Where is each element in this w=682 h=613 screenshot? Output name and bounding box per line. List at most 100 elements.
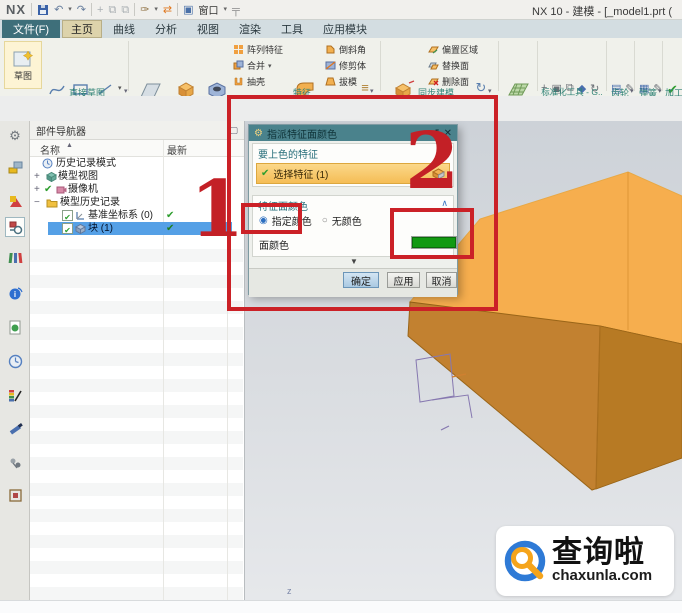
ok-button[interactable]: 确定 xyxy=(343,272,379,288)
group-caret-icon[interactable]: ▾ xyxy=(488,87,492,95)
radio-no-color-label[interactable]: 无颜色 xyxy=(332,213,362,228)
brush-icon[interactable]: ✑ xyxy=(140,3,149,17)
web-browser-icon[interactable]: i xyxy=(5,283,25,303)
dialog-title-bar[interactable]: ⚙ 指派特征面颜色 ↺ ✕ xyxy=(249,125,457,141)
radio-unselected-icon[interactable]: ○ xyxy=(322,215,328,226)
touch-mode-icon[interactable] xyxy=(5,485,25,505)
unite-button[interactable]: 合并 ▾ xyxy=(233,58,283,73)
dialog-reset-icon[interactable]: ↺ xyxy=(430,127,439,140)
sort-ascending-icon[interactable]: ▲ xyxy=(66,142,73,149)
apply-button[interactable]: 应用 xyxy=(387,272,420,288)
system-materials-icon[interactable] xyxy=(5,419,25,439)
tab-view[interactable]: 视图 xyxy=(188,20,228,38)
tree-row-block-selected[interactable]: ✔ 块 (1) ✔ xyxy=(30,222,244,235)
face-color-swatch[interactable] xyxy=(412,237,456,248)
face-color-label: 面颜色 xyxy=(259,241,289,252)
process-studio-icon[interactable] xyxy=(5,453,25,473)
select-feature-row[interactable]: ✔ 选择特征 (1) xyxy=(256,163,450,184)
expand-icon[interactable]: + xyxy=(34,170,40,183)
group-caret-icon[interactable]: ▾ xyxy=(630,87,634,95)
constraint-navigator-icon[interactable] xyxy=(5,191,25,211)
tree-row-model-history[interactable]: − 模型历史记录 xyxy=(30,196,244,209)
tab-tools[interactable]: 工具 xyxy=(272,20,312,38)
brush-caret-icon[interactable]: ▾ xyxy=(154,3,158,17)
features-to-color-section: 要上色的特征 ∧ ✔ 选择特征 (1) xyxy=(252,143,454,187)
history-clock-icon[interactable] xyxy=(5,351,25,371)
selection-bar: ▤ 菜单(M) ▾ 没有选择过滤器 ▾ 仅在工作部件内 ▾ ▾ ↶ ↷ ▭ ▾ … xyxy=(0,96,682,225)
chamfer-button[interactable]: 倒斜角 xyxy=(325,42,366,57)
trim-body-button[interactable]: 修剪体 xyxy=(325,58,366,73)
offset-region-icon xyxy=(428,46,439,54)
tab-home[interactable]: 主页 xyxy=(62,20,102,38)
history-palette-icon[interactable] xyxy=(5,317,25,337)
reuse-library-icon[interactable] xyxy=(5,247,25,267)
save-icon[interactable] xyxy=(37,4,49,16)
column-uptodate[interactable]: 最新 xyxy=(167,142,187,157)
visualization-palette-icon[interactable] xyxy=(5,385,25,405)
tab-analysis[interactable]: 分析 xyxy=(146,20,186,38)
expand-icon[interactable]: + xyxy=(34,183,40,196)
swap-icon[interactable]: ⇄ xyxy=(163,3,172,17)
dialog-close-icon[interactable]: ✕ xyxy=(444,128,452,139)
pattern-feature-button[interactable]: 阵列特征 xyxy=(233,42,283,57)
divider xyxy=(91,3,93,16)
panel-window-icon[interactable]: ▢ xyxy=(229,125,238,136)
roles-gear-icon[interactable]: ⚙ xyxy=(5,126,25,146)
feature-face-color-section: 特征面颜色 ∧ ◉ 指定颜色 ○ 无颜色 面颜色 xyxy=(252,195,457,257)
part-navigator-icon[interactable] xyxy=(5,217,25,237)
face-color-swatch-well[interactable] xyxy=(411,236,457,249)
clock-icon xyxy=(42,158,53,169)
undo-icon[interactable]: ↶ xyxy=(54,3,63,17)
radio-selected-icon[interactable]: ◉ xyxy=(259,215,268,226)
trim-body-icon xyxy=(325,61,336,70)
redo-icon[interactable]: ↷ xyxy=(77,3,86,17)
replace-face-button[interactable]: 替换面 xyxy=(428,58,478,73)
paste-icon[interactable]: ⧉ xyxy=(121,3,129,17)
offset-region-button[interactable]: 偏置区域 xyxy=(428,42,478,57)
window-menu[interactable]: 窗口 xyxy=(199,2,219,17)
tree-row-cameras[interactable]: + ✔ 摄像机 xyxy=(30,183,244,196)
window-caret-icon[interactable]: ▾ xyxy=(224,3,228,17)
dialog-expand-icon[interactable]: ▼ xyxy=(249,257,459,266)
tree-row-model-views[interactable]: + 模型视图 xyxy=(30,170,244,183)
divider xyxy=(128,41,129,91)
minimize-ribbon-icon[interactable]: ╤ xyxy=(232,3,240,17)
checkbox-checked-icon[interactable]: ✔ xyxy=(62,223,73,235)
divider xyxy=(606,41,607,91)
sketch-button[interactable]: 草图 xyxy=(4,41,42,89)
title-bar: NX ↶ ▾ ↷ + ⧉ ⧉ ✑ ▾ ⇄ ▣ 窗口 ▾ ╤ NX 10 - 建模… xyxy=(0,0,682,20)
shell-button[interactable]: 抽壳 xyxy=(233,74,283,89)
cut-icon[interactable]: + xyxy=(97,3,103,17)
divider xyxy=(537,41,538,91)
column-name[interactable]: 名称 xyxy=(40,142,60,157)
window-icon[interactable]: ▣ xyxy=(183,3,193,17)
radio-specify-color-label[interactable]: 指定颜色 xyxy=(272,213,312,228)
unite-icon xyxy=(233,60,244,70)
collapse-icon[interactable]: − xyxy=(34,196,40,209)
checkbox-checked-icon[interactable]: ✔ xyxy=(62,210,73,222)
tab-file[interactable]: 文件(F) xyxy=(2,20,60,38)
collapse-caret-icon[interactable]: ∧ xyxy=(441,146,448,157)
copy-icon[interactable]: ⧉ xyxy=(108,3,116,17)
group-caret-icon[interactable]: ▾ xyxy=(124,87,128,95)
shell-icon xyxy=(234,77,243,86)
tab-application[interactable]: 应用模块 xyxy=(314,20,376,38)
divider xyxy=(380,41,381,91)
cancel-button[interactable]: 取消 xyxy=(426,272,457,288)
sketch-icon xyxy=(13,49,34,66)
uptodate-check-icon: ✔ xyxy=(166,210,175,221)
watermark-logo-icon xyxy=(504,540,546,582)
tab-render[interactable]: 渲染 xyxy=(230,20,270,38)
tree-row-history-mode[interactable]: 历史记录模式 xyxy=(30,157,244,170)
group-caret-icon[interactable]: ▾ xyxy=(370,87,374,95)
undo-caret-icon[interactable]: ▾ xyxy=(68,3,72,17)
tab-curve[interactable]: 曲线 xyxy=(104,20,144,38)
block-right-face[interactable] xyxy=(595,325,682,490)
datum-axis[interactable] xyxy=(440,425,450,431)
tree-row-datum-csys[interactable]: ✔ 基准坐标系 (0) ✔ xyxy=(30,209,244,222)
divider xyxy=(134,3,136,16)
assembly-navigator-icon[interactable] xyxy=(5,157,25,177)
collapse-caret-icon[interactable]: ∧ xyxy=(441,198,448,209)
check-icon: ✔ xyxy=(44,184,53,195)
group-caret-icon[interactable]: ▾ xyxy=(658,87,662,95)
